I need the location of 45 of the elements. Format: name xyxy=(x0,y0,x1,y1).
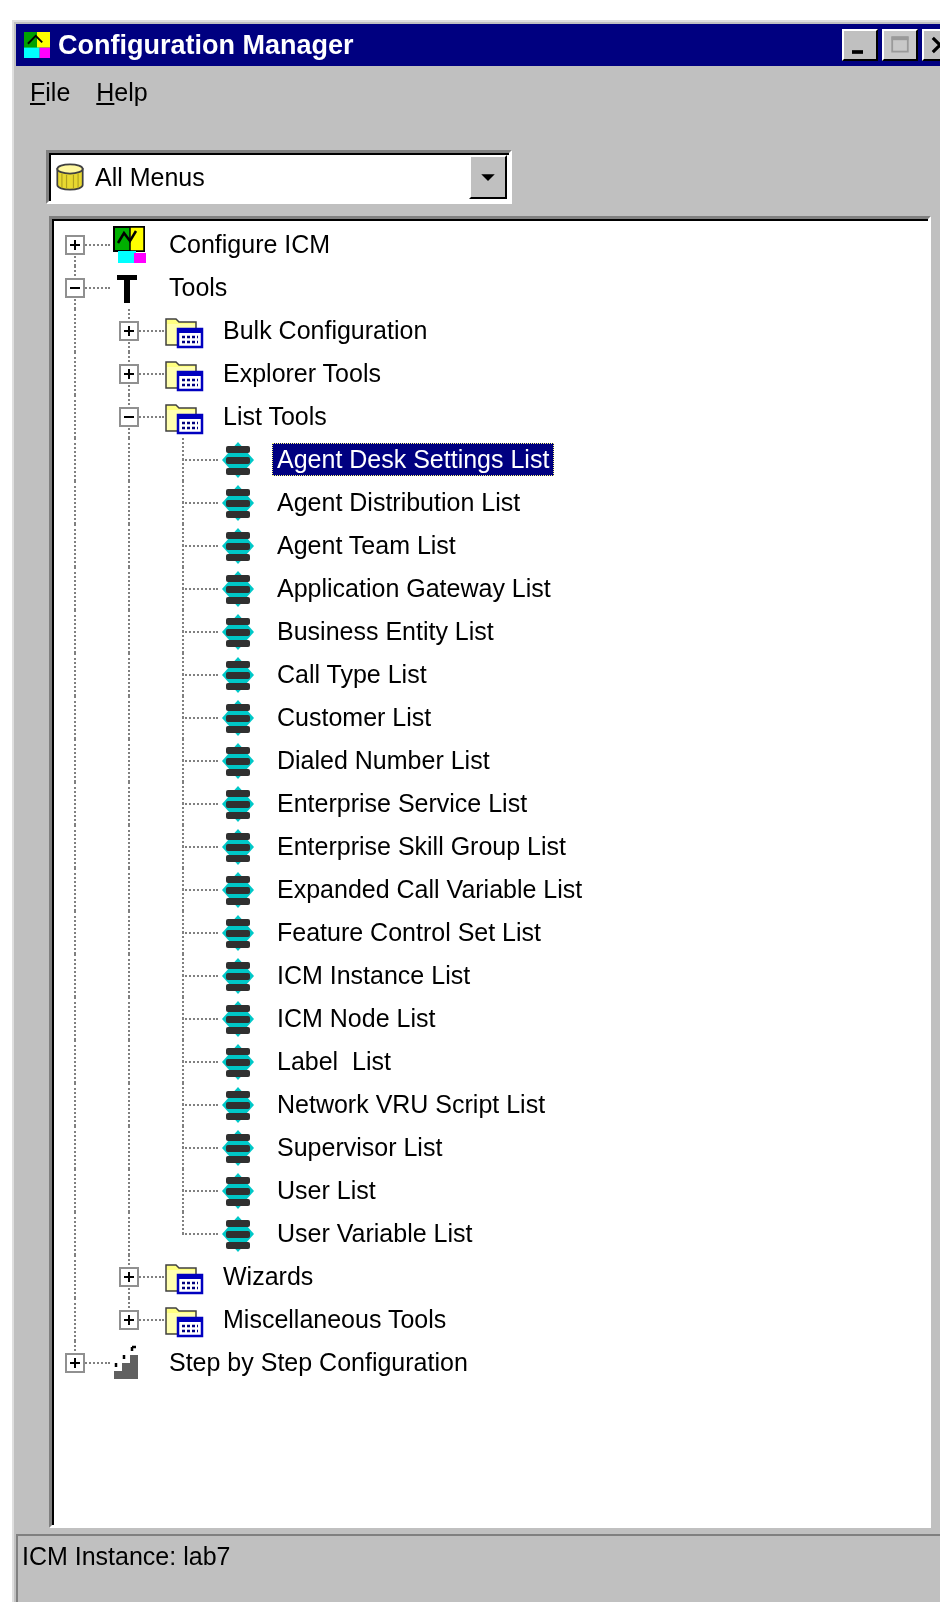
tree-item[interactable]: Miscellaneous Tools xyxy=(218,1303,452,1336)
menu-item[interactable]: Help xyxy=(96,77,148,107)
tree-item[interactable]: Agent Distribution List xyxy=(272,486,526,519)
tree-item[interactable]: Supervisor List xyxy=(272,1131,448,1164)
expander-button[interactable] xyxy=(65,1353,85,1373)
tree-item[interactable]: User Variable List xyxy=(272,1217,478,1250)
minimize-icon xyxy=(851,50,863,54)
tree-item[interactable]: Enterprise Skill Group List xyxy=(272,830,571,863)
tree-item[interactable]: ICM Instance List xyxy=(272,959,476,992)
tree-item[interactable]: Business Entity List xyxy=(272,615,499,648)
tree-item[interactable]: Customer List xyxy=(272,701,437,734)
tree-item[interactable]: ICM Node List xyxy=(272,1002,441,1035)
tree-item[interactable]: Configure ICM xyxy=(164,228,336,261)
app-icon xyxy=(24,32,50,58)
tree-item[interactable]: Feature Control Set List xyxy=(272,916,546,949)
tree-item[interactable]: Step by Step Configuration xyxy=(164,1346,473,1379)
tree-item[interactable]: Agent Team List xyxy=(272,529,461,562)
expander-button[interactable] xyxy=(119,364,139,384)
menu-dropdown[interactable]: All Menus xyxy=(46,150,512,204)
expander-button[interactable] xyxy=(119,1310,139,1330)
tree-item[interactable]: Agent Desk Settings List xyxy=(272,443,555,476)
expander-button[interactable] xyxy=(119,321,139,341)
expander-button[interactable] xyxy=(65,235,85,255)
window-title: Configuration Manager xyxy=(58,29,354,61)
tree-item[interactable]: Expanded Call Variable List xyxy=(272,873,588,906)
cylinder-icon xyxy=(55,163,85,191)
status-bar: ICM Instance: lab7 xyxy=(16,1534,940,1602)
tree-item[interactable]: Tools xyxy=(164,271,233,304)
tree-item[interactable]: User List xyxy=(272,1174,381,1207)
dropdown-value: All Menus xyxy=(95,162,205,192)
expander-button[interactable] xyxy=(119,1267,139,1287)
expander-button[interactable] xyxy=(119,407,139,427)
tree-item[interactable]: Call Type List xyxy=(272,658,432,691)
tree-item[interactable]: Label List xyxy=(272,1045,396,1078)
tree-item[interactable]: Dialed Number List xyxy=(272,744,495,777)
tree-item[interactable]: Wizards xyxy=(218,1260,319,1293)
tree-item[interactable]: Application Gateway List xyxy=(272,572,556,605)
tree-item[interactable]: Explorer Tools xyxy=(218,357,386,390)
expander-button[interactable] xyxy=(65,278,85,298)
tree-item[interactable]: Bulk Configuration xyxy=(218,314,433,347)
minimize-button[interactable] xyxy=(842,29,878,61)
tree-item[interactable]: Network VRU Script List xyxy=(272,1088,551,1121)
tree-item[interactable]: Enterprise Service List xyxy=(272,787,533,820)
tree-item[interactable]: List Tools xyxy=(218,400,332,433)
menu-item[interactable]: File xyxy=(30,77,71,107)
